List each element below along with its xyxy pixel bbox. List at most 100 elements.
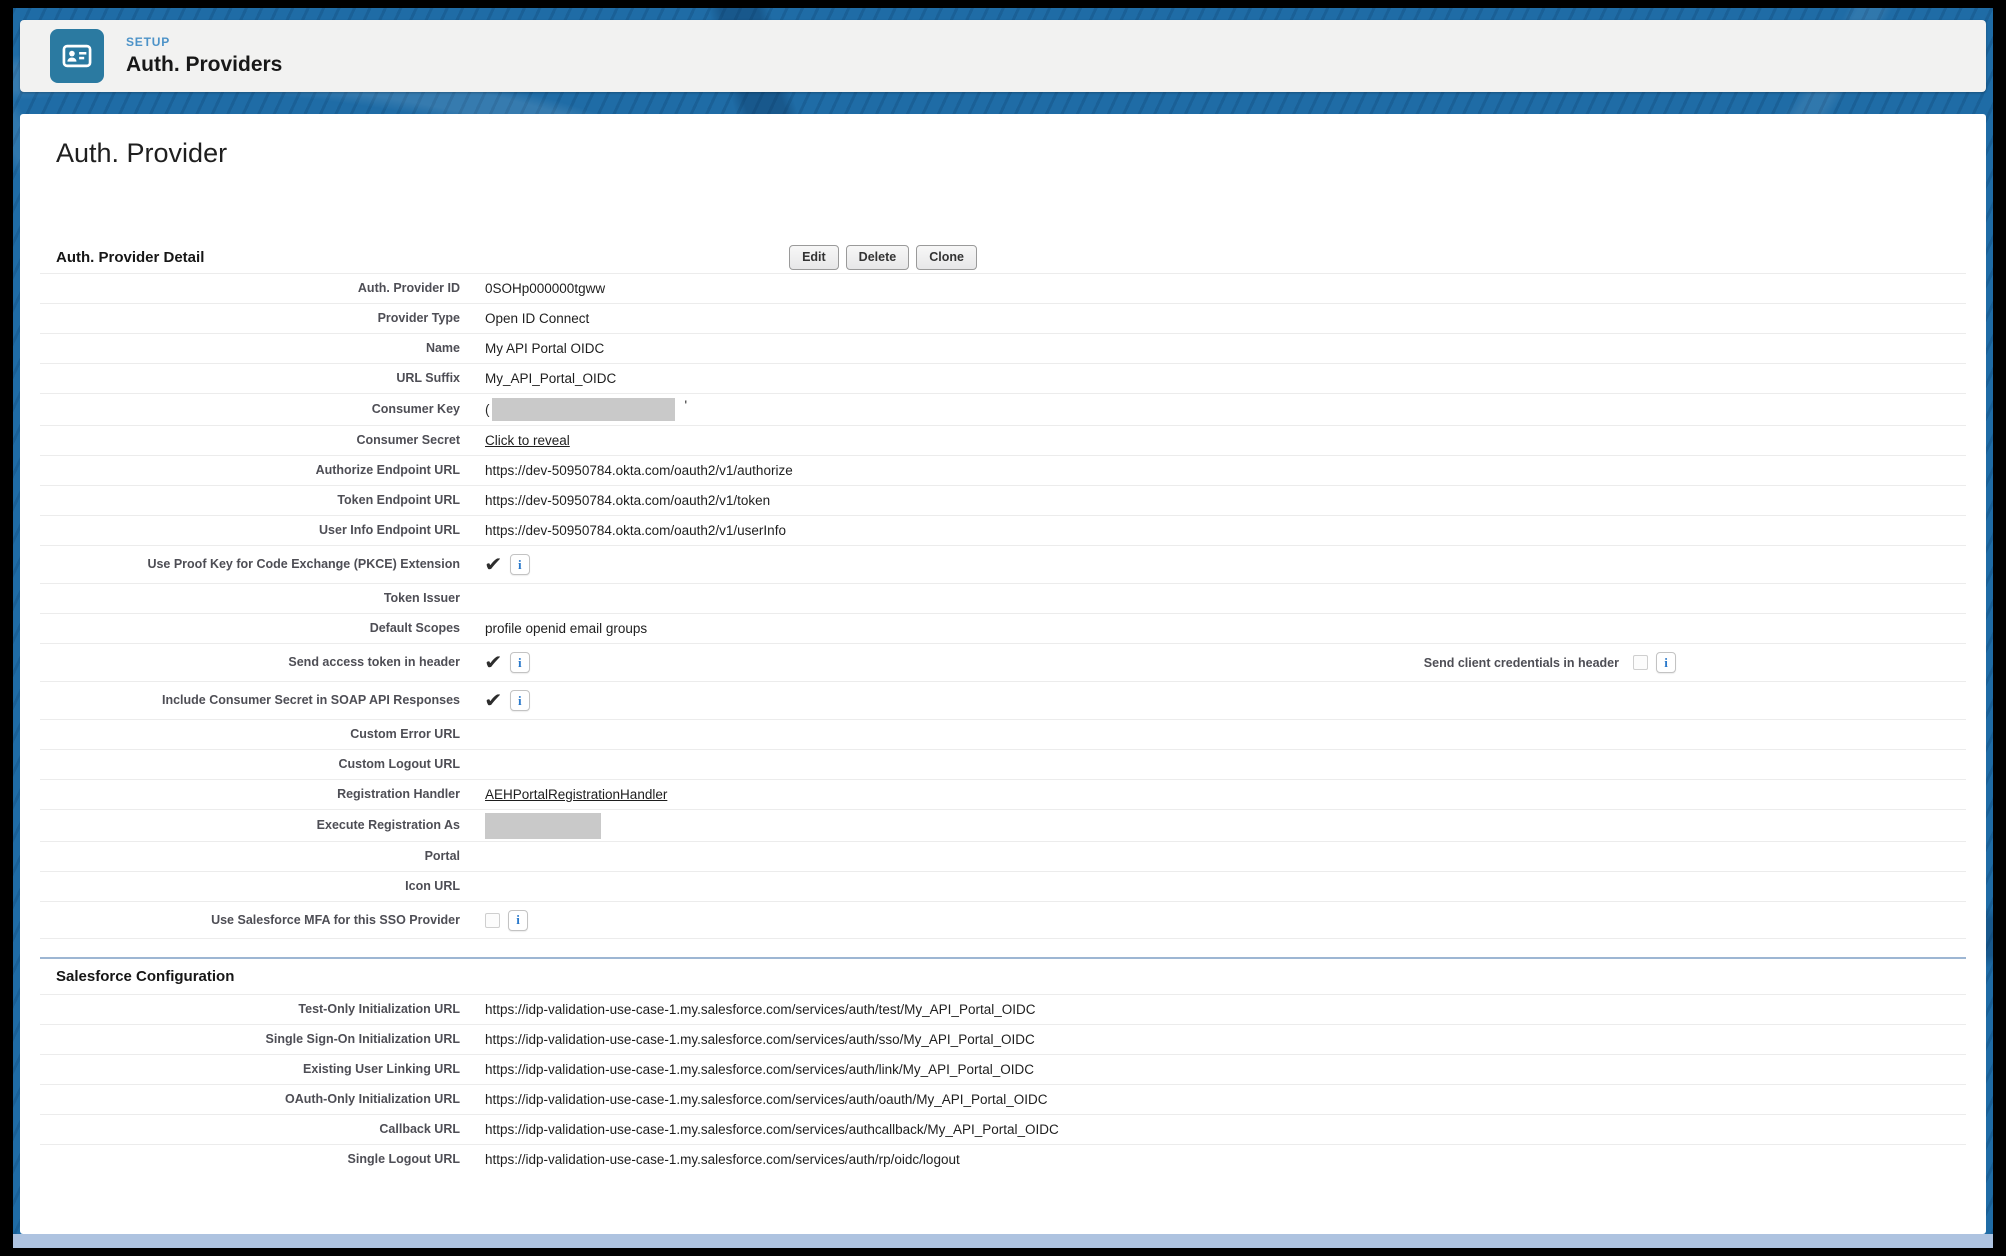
field-row: Consumer Key('	[40, 393, 1966, 425]
edit-button[interactable]: Edit	[789, 245, 839, 270]
field-label: Send client credentials in header	[1424, 656, 1619, 670]
field-value-cell: My API Portal OIDC	[485, 341, 1966, 356]
field-label: Icon URL	[40, 879, 485, 893]
field-value: My API Portal OIDC	[485, 341, 604, 356]
field-value-cell: i	[485, 910, 1966, 931]
field-label: Custom Error URL	[40, 727, 485, 741]
field-value-cell: https://idp-validation-use-case-1.my.sal…	[485, 1032, 1966, 1047]
field-value-cell: https://idp-validation-use-case-1.my.sal…	[485, 1092, 1966, 1107]
redacted-prefix: (	[485, 402, 490, 417]
redacted-value	[492, 398, 675, 421]
field-value-cell: My_API_Portal_OIDC	[485, 371, 1966, 386]
field-value: https://dev-50950784.okta.com/oauth2/v1/…	[485, 493, 770, 508]
card-gap	[20, 92, 1986, 114]
field-label: Single Logout URL	[40, 1152, 485, 1166]
field-value-cell: ('	[485, 398, 1966, 421]
checkbox-unchecked	[1633, 655, 1648, 670]
field-label: Custom Logout URL	[40, 757, 485, 771]
delete-button[interactable]: Delete	[846, 245, 910, 270]
field-label: Default Scopes	[40, 621, 485, 635]
field-value-cell: Click to reveal	[485, 433, 1966, 448]
field-label: Callback URL	[40, 1122, 485, 1136]
field-label: Provider Type	[40, 311, 485, 325]
field-value: profile openid email groups	[485, 621, 647, 636]
field-label: Test-Only Initialization URL	[40, 1002, 485, 1016]
field-value-cell: ✔i	[485, 554, 1966, 575]
field-row: OAuth-Only Initialization URLhttps://idp…	[40, 1084, 1966, 1114]
auth-provider-detail-card: Auth. Provider Auth. Provider Detail Edi…	[20, 114, 1986, 1234]
field-row: Registration HandlerAEHPortalRegistratio…	[40, 779, 1966, 809]
field-label: Authorize Endpoint URL	[40, 463, 485, 477]
field-value-cell: ✔i	[485, 690, 1966, 711]
page-header-title: Auth. Providers	[126, 53, 282, 77]
field-row: Use Salesforce MFA for this SSO Provider…	[40, 901, 1966, 939]
checkbox-checked-icon: ✔	[484, 555, 502, 575]
right-column-field: Send client credentials in header i	[1424, 652, 1966, 673]
salesforce-configuration-table: Test-Only Initialization URLhttps://idp-…	[40, 994, 1966, 1174]
setup-eyebrow: SETUP	[126, 35, 282, 49]
redacted-value	[485, 813, 601, 839]
field-label: Include Consumer Secret in SOAP API Resp…	[40, 693, 485, 707]
field-value-cell: profile openid email groups	[485, 621, 1966, 636]
field-value-cell: https://idp-validation-use-case-1.my.sal…	[485, 1062, 1966, 1077]
field-row: Existing User Linking URLhttps://idp-val…	[40, 1054, 1966, 1084]
info-icon[interactable]: i	[510, 652, 530, 673]
field-row: Send access token in header✔iSend client…	[40, 643, 1966, 681]
field-label: Name	[40, 341, 485, 355]
field-label: OAuth-Only Initialization URL	[40, 1092, 485, 1106]
field-label: Single Sign-On Initialization URL	[40, 1032, 485, 1046]
field-value: https://dev-50950784.okta.com/oauth2/v1/…	[485, 463, 793, 478]
field-row: Icon URL	[40, 871, 1966, 901]
checkbox-unchecked	[485, 913, 500, 928]
registration-handler-link[interactable]: AEHPortalRegistrationHandler	[485, 787, 667, 802]
checkbox-checked-icon: ✔	[484, 653, 502, 673]
field-row: Auth. Provider ID0SOHp000000tgww	[40, 273, 1966, 303]
field-row: Authorize Endpoint URLhttps://dev-509507…	[40, 455, 1966, 485]
field-row: Custom Error URL	[40, 719, 1966, 749]
field-value-cell: 0SOHp000000tgww	[485, 281, 1966, 296]
field-row: NameMy API Portal OIDC	[40, 333, 1966, 363]
field-row: Test-Only Initialization URLhttps://idp-…	[40, 994, 1966, 1024]
field-label: Consumer Secret	[40, 433, 485, 447]
field-row: Token Issuer	[40, 583, 1966, 613]
field-row: Portal	[40, 841, 1966, 871]
salesforce-configuration-section: Salesforce Configuration Test-Only Initi…	[40, 957, 1966, 1174]
field-row: User Info Endpoint URLhttps://dev-509507…	[40, 515, 1966, 545]
info-icon[interactable]: i	[508, 910, 528, 931]
field-label: Consumer Key	[40, 402, 485, 416]
field-value: 0SOHp000000tgww	[485, 281, 605, 296]
field-row: URL SuffixMy_API_Portal_OIDC	[40, 363, 1966, 393]
detail-field-table: Auth. Provider ID0SOHp000000tgwwProvider…	[40, 273, 1966, 939]
field-label: Registration Handler	[40, 787, 485, 801]
field-value-cell: https://dev-50950784.okta.com/oauth2/v1/…	[485, 493, 1966, 508]
field-label: Existing User Linking URL	[40, 1062, 485, 1076]
checkbox-checked-icon: ✔	[484, 691, 502, 711]
info-icon[interactable]: i	[510, 554, 530, 575]
field-row: Custom Logout URL	[40, 749, 1966, 779]
field-value-cell: AEHPortalRegistrationHandler	[485, 787, 1966, 802]
field-row: Include Consumer Secret in SOAP API Resp…	[40, 681, 1966, 719]
info-icon[interactable]: i	[1656, 652, 1676, 673]
page-title: Auth. Provider	[40, 138, 1966, 169]
field-row: Default Scopesprofile openid email group…	[40, 613, 1966, 643]
info-icon[interactable]: i	[510, 690, 530, 711]
field-value: Open ID Connect	[485, 311, 589, 326]
page-bottom-strip	[13, 1234, 1993, 1248]
consumer-secret-reveal-link[interactable]: Click to reveal	[485, 433, 570, 448]
field-value: My_API_Portal_OIDC	[485, 371, 616, 386]
field-value-cell: https://dev-50950784.okta.com/oauth2/v1/…	[485, 523, 1966, 538]
clone-button[interactable]: Clone	[916, 245, 977, 270]
field-value: https://idp-validation-use-case-1.my.sal…	[485, 1122, 1059, 1137]
field-value-cell: ✔ i Send client credentials in header i	[485, 652, 1966, 673]
detail-action-buttons: Edit DeleteClone	[20, 243, 1846, 270]
field-value: https://idp-validation-use-case-1.my.sal…	[485, 1062, 1034, 1077]
field-label: User Info Endpoint URL	[40, 523, 485, 537]
field-label: URL Suffix	[40, 371, 485, 385]
field-value: https://idp-validation-use-case-1.my.sal…	[485, 1002, 1035, 1017]
setup-background: SETUP Auth. Providers Auth. Provider Aut…	[13, 8, 1993, 1248]
detail-section-header: Auth. Provider Detail EditDeleteClone	[40, 243, 1966, 273]
field-value-cell: Open ID Connect	[485, 311, 1966, 326]
field-row: Provider TypeOpen ID Connect	[40, 303, 1966, 333]
field-label: Token Endpoint URL	[40, 493, 485, 507]
field-value: https://idp-validation-use-case-1.my.sal…	[485, 1032, 1035, 1047]
